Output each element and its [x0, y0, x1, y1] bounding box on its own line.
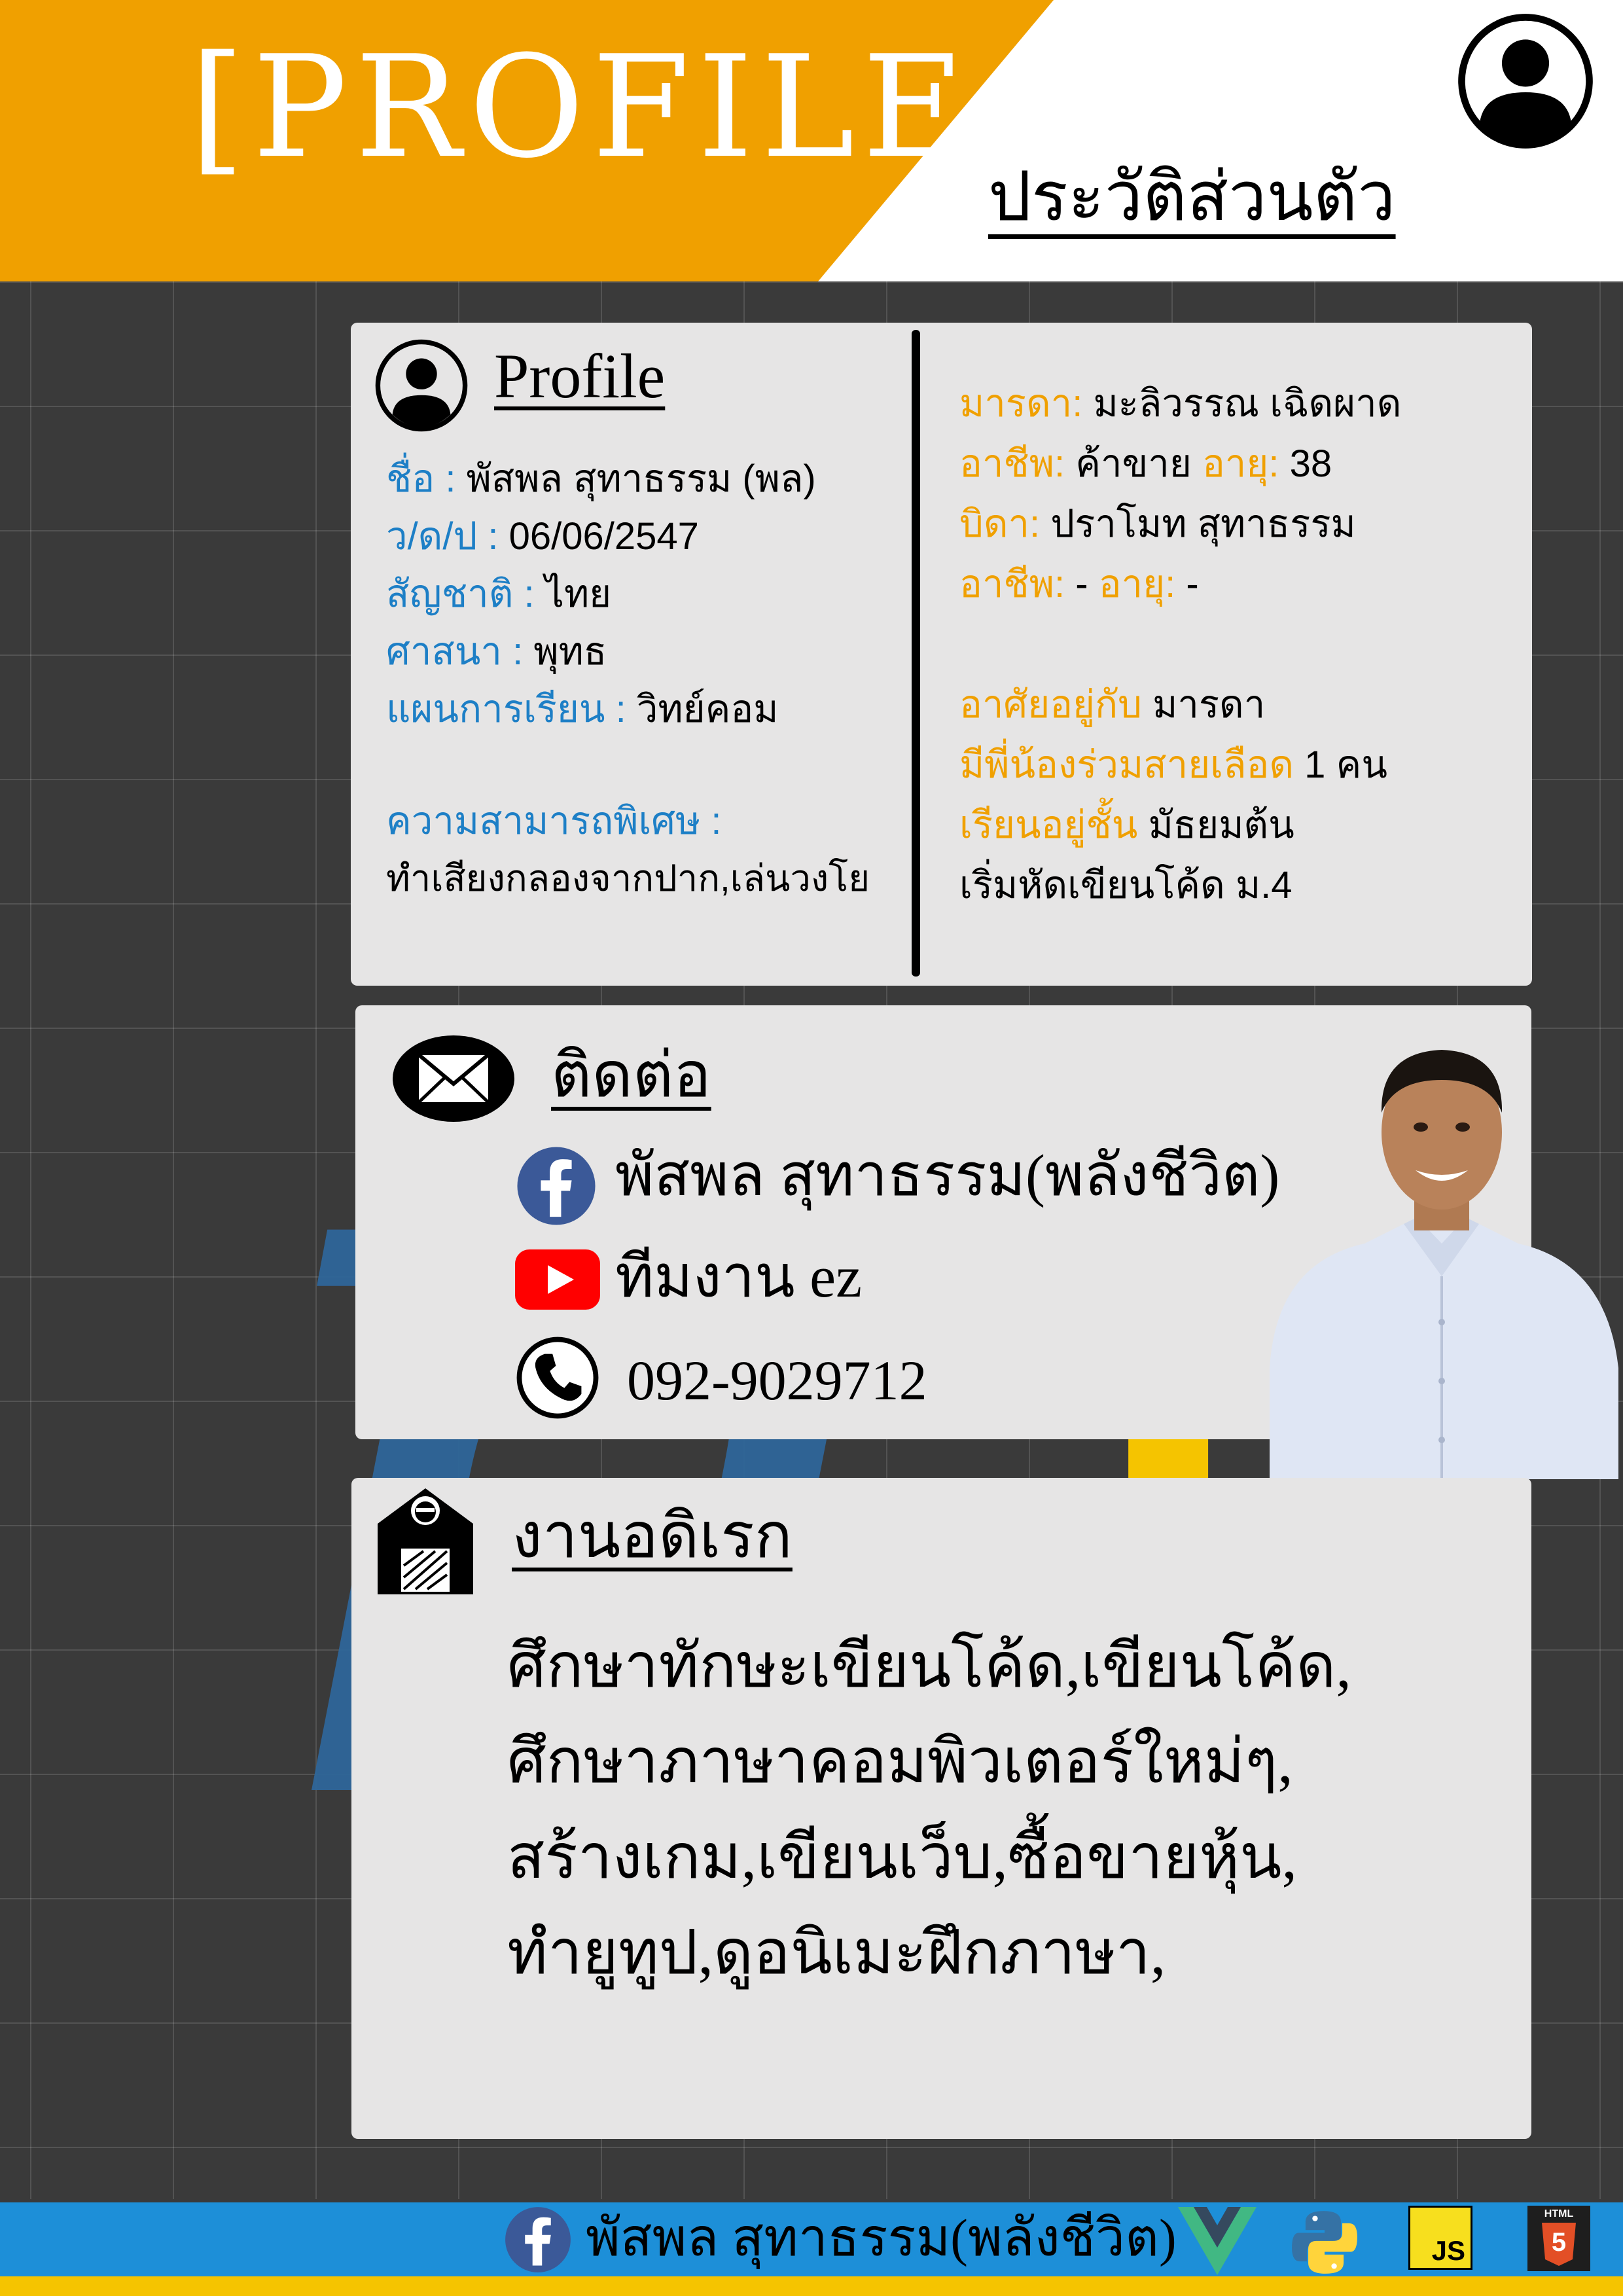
siblings-label: มีพี่น้องร่วมสายเลือด [959, 744, 1294, 786]
facebook-icon[interactable] [504, 2206, 572, 2274]
mother-value: มะลิวรรณ เฉิดผาด [1093, 382, 1402, 425]
name-value: พัสพล สุทาธรรม (พล) [466, 457, 816, 500]
siblings-row: มีพี่น้องร่วมสายเลือด 1 คน [959, 742, 1387, 788]
mother-age-value: 38 [1289, 442, 1332, 485]
phone-icon[interactable] [515, 1335, 600, 1420]
footer-stripe [0, 2276, 1623, 2296]
program-label: แผนการเรียน : [386, 688, 626, 730]
dob-value: 06/06/2547 [508, 515, 699, 558]
hobbies-heading: งานอดิเรก [512, 1501, 793, 1571]
mother-row: มารดา: มะลิวรรณ เฉิดผาด [959, 381, 1401, 427]
portrait-photo [1270, 1050, 1618, 1479]
hobby-line: ศึกษาทักษะเขียนโค้ด,เขียนโค้ด, [507, 1632, 1351, 1700]
facebook-link[interactable]: พัสพล สุทาธรรม(พลังชีวิต) [615, 1142, 1279, 1210]
lives-with-value: มารดา [1152, 683, 1266, 726]
father-age-label: อายุ: [1098, 563, 1176, 605]
mail-icon [393, 1035, 514, 1122]
religion-label: ศาสนา : [386, 630, 524, 673]
youtube-link[interactable]: ทีมงาน ez [615, 1244, 862, 1312]
grade-row: เรียนอยู่ชั้น มัธยมต้น [959, 802, 1294, 848]
js-label: JS [1431, 2235, 1465, 2266]
hobby-line: สร้างเกม,เขียนเว็บ,ซื้อขายหุ้น, [507, 1823, 1297, 1892]
profile-heading: Profile [494, 341, 666, 411]
lives-with-row: อาศัยอยู่กับ มารดา [959, 682, 1265, 728]
mother-job-value: ค้าขาย [1075, 442, 1192, 485]
grade-label: เรียนอยู่ชั้น [959, 804, 1138, 846]
religion-row: ศาสนา : พุทธ [386, 629, 607, 675]
page-title: [PROFILE [190, 25, 973, 189]
nationality-value: ไทย [544, 573, 612, 615]
nationality-row: สัญชาติ : ไทย [386, 571, 611, 617]
name-label: ชื่อ : [386, 457, 456, 500]
html-num: 5 [1551, 2228, 1567, 2257]
father-job-value: - [1075, 563, 1088, 605]
youtube-icon[interactable] [515, 1249, 600, 1310]
hobbies-card [351, 1478, 1531, 2139]
program-row: แผนการเรียน : วิทย์คอม [386, 687, 778, 732]
siblings-value: 1 คน [1304, 744, 1387, 786]
footer-facebook-link[interactable]: พัสพล สุทาธรรม(พลังชีวิต) [586, 2207, 1177, 2270]
religion-value: พุทธ [533, 630, 607, 673]
lives-with-label: อาศัยอยู่กับ [959, 683, 1142, 726]
father-value: ปราโมท สุทาธรรม [1050, 503, 1356, 545]
mother-age-label: อายุ: [1202, 442, 1279, 485]
talent-label: ความสามารถพิเศษ : [386, 800, 722, 842]
user-icon [1458, 14, 1593, 149]
js-icon: JS [1408, 2206, 1472, 2270]
column-divider [912, 330, 920, 977]
program-value: วิทย์คอม [636, 688, 779, 730]
father-label: บิดา: [959, 503, 1041, 545]
html-label: HTML [1544, 2208, 1574, 2219]
mother-job-label: อาชีพ: [959, 442, 1065, 485]
grade-value: มัธยมต้น [1148, 804, 1294, 846]
hobby-line: ศึกษาภาษาคอมพิวเตอร์ใหม่ๆ, [507, 1728, 1293, 1796]
html5-icon: HTML 5 [1527, 2206, 1590, 2271]
father-age-value: - [1186, 563, 1199, 605]
contact-heading: ติดต่อ [551, 1040, 711, 1110]
user-icon [375, 339, 468, 432]
father-job-label: อาชีพ: [959, 563, 1065, 605]
work-icon [378, 1488, 473, 1594]
nationality-label: สัญชาติ : [386, 573, 535, 615]
header: [PROFILE ประวัติส่วนตัว [0, 0, 1623, 281]
python-icon [1292, 2211, 1357, 2274]
mother-label: มารดา: [959, 382, 1083, 425]
dob-label: ว/ด/ป : [386, 515, 499, 558]
phone-number[interactable]: 092-9029712 [627, 1348, 927, 1413]
father-row: บิดา: ปราโมท สุทาธรรม [959, 501, 1356, 547]
father-job-row: อาชีพ: - อายุ: - [959, 562, 1199, 607]
page-subtitle: ประวัติส่วนตัว [988, 160, 1396, 235]
dob-row: ว/ด/ป : 06/06/2547 [386, 514, 699, 560]
vue-icon [1178, 2207, 1257, 2275]
talent-value: ทำเสียงกลองจากปาก,เล่นวงโย [386, 857, 870, 899]
name-row: ชื่อ : พัสพล สุทาธรรม (พล) [386, 456, 816, 502]
hobby-line: ทำยูทูป,ดูอนิเมะฝึกภาษา, [507, 1919, 1166, 1987]
mother-job-row: อาชีพ: ค้าขาย อายุ: 38 [959, 441, 1332, 487]
facebook-icon[interactable] [516, 1145, 597, 1227]
coding-start: เริ่มหัดเขียนโค้ด ม.4 [959, 864, 1293, 906]
